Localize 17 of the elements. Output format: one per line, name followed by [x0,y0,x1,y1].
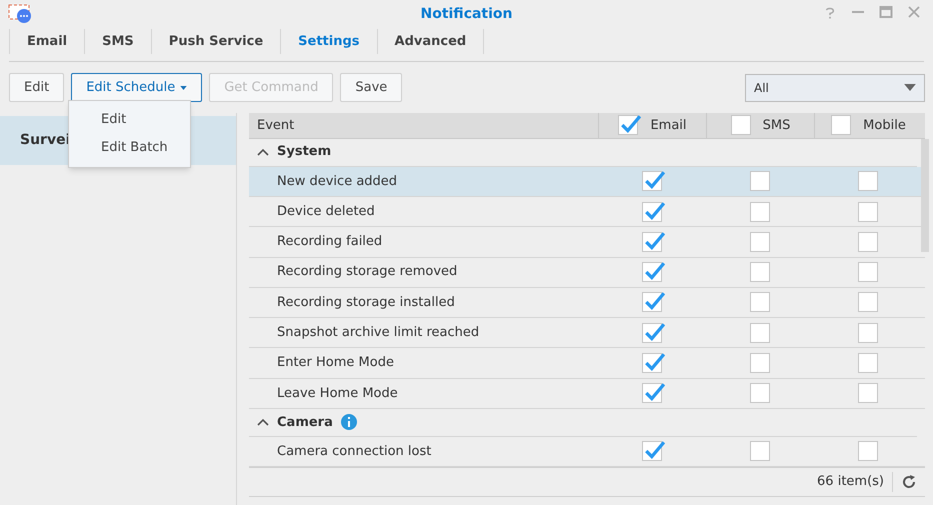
event-label: New device added [276,172,398,191]
event-label: Recording storage installed [276,294,456,312]
event-label: Recording storage removed [276,263,458,282]
event-label: Recording failed [276,233,384,252]
column-header: SMS [706,113,814,138]
event-label: Snapshot archive limit reached [276,324,480,342]
column-header: Mobile [814,113,922,138]
event-label: Enter Home Mode [276,354,395,372]
event-label: Leave Home Mode [276,384,399,403]
column-header: Email [598,113,706,138]
event-label: Device deleted [276,202,376,221]
group-label: Camera [277,414,333,432]
column-header: Event [256,116,296,135]
item-count: 66 item(s) [817,472,893,492]
window-title: Notification [420,4,513,24]
group-label: System [277,143,332,162]
event-label: Camera connection lost [276,442,432,461]
